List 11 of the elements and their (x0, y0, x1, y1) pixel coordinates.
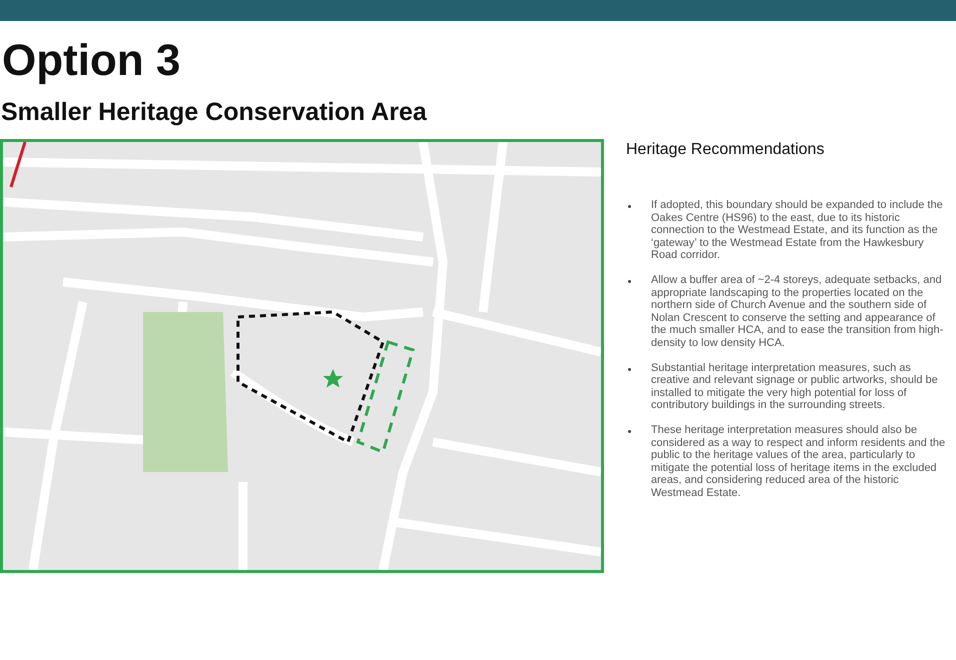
recommendation-text: Allow a buffer area of ~2-4 storeys, adequate setbacks, and appropriate landscaping to the properties located on the northern side of Church Avenue and the southern side of Nolan Crescent to conserve the setting and appearance of the much smaller HCA, and to ease the transition from high-density to low density HCA. (651, 274, 944, 350)
bullet-icon (628, 430, 631, 433)
recommendation-text: If adopted, this boundary should be expanded to include the Oakes Centre (HS96) to the east, due to its historic connection to the Westmead Estate, and its function as the ‘gateway’ to the Westmead Estate from the Hawkesbury Road corridor. (651, 199, 944, 262)
section-heading: Heritage Recommendations (626, 141, 826, 159)
recommendation-text: These heritage interpretation measures should also be considered as a way to respect and inform residents and the public to the heritage values of the area, particularly to mitigate the potential loss of heritage items in the excluded areas, and considering reduced area of the historic Westmead Estate. (651, 424, 946, 500)
bullet-icon (628, 205, 631, 208)
bullet-icon (628, 280, 631, 283)
bullet-icon (628, 368, 631, 371)
page-subtitle: Smaller Heritage Conservation Area (1, 97, 428, 127)
page-title: Option 3 (2, 35, 182, 87)
recommendation-text: Substantial heritage interpretation measures, such as creative and relevant signage or public artworks, should be installed to mitigate the very high potential for loss of contributory buildings in the surrounding streets. (651, 362, 939, 412)
